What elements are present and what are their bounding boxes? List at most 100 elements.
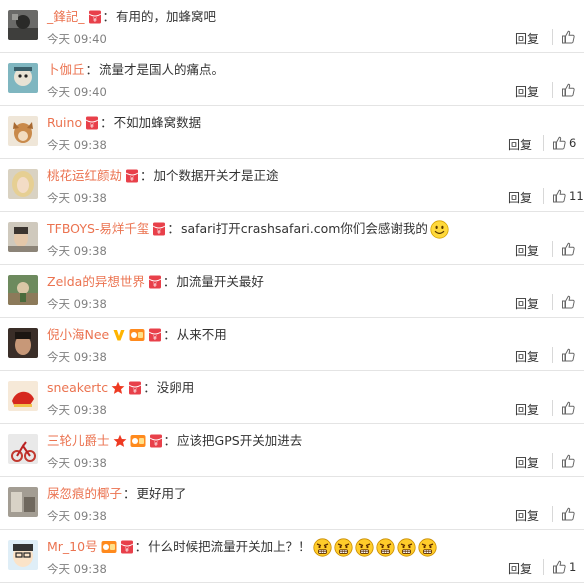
thumbs-up-icon <box>562 83 575 97</box>
reply-button[interactable]: 回复 <box>515 348 539 365</box>
colon-separator: ： <box>140 168 153 183</box>
thumbs-up-icon <box>562 401 575 415</box>
comment-time: 今天 09:38 <box>47 562 107 576</box>
reply-button[interactable]: 回复 <box>508 189 532 206</box>
comment-text: 应该把GPS开关加进去 <box>177 433 303 448</box>
angry-emoji-icon <box>355 537 374 557</box>
red-packet-icon[interactable]: ¥ <box>88 10 102 24</box>
reply-button[interactable]: 回复 <box>515 83 539 100</box>
red-packet-icon[interactable]: ¥ <box>148 328 162 342</box>
red-packet-icon[interactable]: ¥ <box>152 222 166 236</box>
like-button[interactable] <box>552 400 578 416</box>
avatar[interactable] <box>8 10 38 40</box>
vip-v-icon[interactable] <box>112 328 126 342</box>
avatar[interactable] <box>8 540 38 570</box>
reply-button[interactable]: 回复 <box>515 242 539 259</box>
comment-time: 今天 09:38 <box>47 350 107 364</box>
like-button[interactable]: 11 <box>543 188 584 204</box>
badge-group: ¥ <box>145 275 162 289</box>
comment-item: 屎忽痕的椰子 ： 更好用了 今天 09:38 回复 <box>0 477 584 530</box>
avatar[interactable] <box>8 222 38 252</box>
username-link[interactable]: 卜伽丘 <box>47 61 85 79</box>
like-count: 1 <box>569 560 577 574</box>
comment-line: _鋒記_ ¥ ： 有用的，加蜂窝吧 <box>47 8 216 26</box>
star-icon[interactable] <box>113 434 127 448</box>
reply-button[interactable]: 回复 <box>515 507 539 524</box>
badge-group: ¥ <box>82 116 99 130</box>
reply-button[interactable]: 回复 <box>515 454 539 471</box>
comment-line: Mr_10号 ¥ ： 什么时候把流量开关加上？！ <box>47 537 437 557</box>
username-link[interactable]: 桃花运红颜劫 <box>47 167 122 185</box>
like-count: 6 <box>569 136 577 150</box>
like-button[interactable] <box>552 82 578 98</box>
avatar[interactable] <box>8 63 38 93</box>
like-count: 11 <box>569 189 584 203</box>
username-link[interactable]: Zelda的异想世界 <box>47 273 145 291</box>
comment-time: 今天 09:38 <box>47 138 107 152</box>
comment-item: TFBOYS-易烊千玺 ¥ ： safari打开crashsafari.com你… <box>0 212 584 265</box>
badge-group: ¥ <box>85 10 102 24</box>
username-link[interactable]: Ruino <box>47 114 82 132</box>
avatar[interactable] <box>8 487 38 517</box>
red-packet-icon[interactable]: ¥ <box>148 275 162 289</box>
fan-badge-icon[interactable] <box>130 434 146 448</box>
reply-button[interactable]: 回复 <box>515 295 539 312</box>
like-button[interactable] <box>552 29 578 45</box>
svg-text:¥: ¥ <box>153 440 157 448</box>
username-link[interactable]: 屎忽痕的椰子 <box>47 485 122 503</box>
reply-button[interactable]: 回复 <box>508 560 532 577</box>
comment-item: 卜伽丘 ： 流量才是国人的痛点。 今天 09:40 回复 <box>0 53 584 106</box>
comment-text: 有用的，加蜂窝吧 <box>116 9 217 24</box>
comment-line: 倪小海Nee ¥ ： 从来不用 <box>47 326 227 344</box>
like-button[interactable] <box>552 241 578 257</box>
like-button[interactable] <box>552 506 578 522</box>
reply-button[interactable]: 回复 <box>515 401 539 418</box>
smile-emoji-icon <box>430 219 449 239</box>
red-packet-icon[interactable]: ¥ <box>85 116 99 130</box>
thumbs-up-icon <box>562 295 575 309</box>
star-icon[interactable] <box>111 381 125 395</box>
avatar[interactable] <box>8 328 38 358</box>
reply-button[interactable]: 回复 <box>515 30 539 47</box>
angry-emoji-icon <box>418 537 437 557</box>
username-link[interactable]: sneakertc <box>47 379 108 397</box>
like-button[interactable]: 6 <box>543 135 576 151</box>
comment-text: 加个数据开关才是正途 <box>153 168 279 183</box>
like-button[interactable]: 1 <box>543 559 576 575</box>
avatar[interactable] <box>8 275 38 305</box>
username-link[interactable]: Mr_10号 <box>47 538 98 556</box>
like-button[interactable] <box>552 294 578 310</box>
red-packet-icon[interactable]: ¥ <box>149 434 163 448</box>
comment-item: 桃花运红颜劫 ¥ ： 加个数据开关才是正途 今天 09:38 回复 11 <box>0 159 584 212</box>
comment-line: 三轮儿爵士 ¥ ： 应该把GPS开关加进去 <box>47 432 302 450</box>
fan-badge-icon[interactable] <box>101 540 117 554</box>
avatar[interactable] <box>8 434 38 464</box>
badge-group: ¥ <box>98 540 134 554</box>
thumbs-up-icon <box>562 507 575 521</box>
red-packet-icon[interactable]: ¥ <box>128 381 142 395</box>
comment-time: 今天 09:38 <box>47 191 107 205</box>
badge-group: ¥ <box>108 381 142 395</box>
badge-group: ¥ <box>149 222 166 236</box>
avatar[interactable] <box>8 381 38 411</box>
like-button[interactable] <box>552 453 578 469</box>
username-link[interactable]: TFBOYS-易烊千玺 <box>47 220 149 238</box>
reply-button[interactable]: 回复 <box>508 136 532 153</box>
username-link[interactable]: 三轮儿爵士 <box>47 432 110 450</box>
like-button[interactable] <box>552 347 578 363</box>
colon-separator: ： <box>100 115 113 130</box>
fan-badge-icon[interactable] <box>129 328 145 342</box>
red-packet-icon[interactable]: ¥ <box>125 169 139 183</box>
badge-group: ¥ <box>122 169 139 183</box>
avatar[interactable] <box>8 169 38 199</box>
svg-text:¥: ¥ <box>133 387 137 395</box>
comment-list: _鋒記_ ¥ ： 有用的，加蜂窝吧 今天 09:40 回复 卜伽丘 ： 流量才是… <box>0 0 584 588</box>
comment-time: 今天 09:38 <box>47 244 107 258</box>
username-link[interactable]: 倪小海Nee <box>47 326 109 344</box>
comment-item: Ruino ¥ ： 不如加蜂窝数据 今天 09:38 回复 6 <box>0 106 584 159</box>
avatar[interactable] <box>8 116 38 146</box>
username-link[interactable]: _鋒記_ <box>47 8 85 26</box>
colon-separator: ： <box>102 9 116 24</box>
comment-time: 今天 09:40 <box>47 32 107 46</box>
red-packet-icon[interactable]: ¥ <box>120 540 134 554</box>
